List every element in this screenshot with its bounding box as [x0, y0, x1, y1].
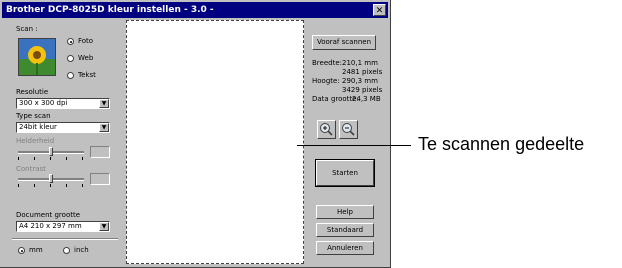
document-size-value: A4 210 x 297 mm [19, 222, 82, 230]
brightness-value-box[interactable] [90, 146, 110, 158]
resolution-value: 300 x 300 dpi [19, 99, 68, 107]
radio-foto[interactable] [67, 38, 74, 45]
scan-label: Scan : [16, 25, 38, 33]
radio-mm[interactable] [18, 247, 25, 254]
photo-thumbnail-icon [18, 38, 56, 76]
divider [12, 238, 118, 240]
contrast-tick [66, 184, 67, 187]
resolution-label: Resolutie [16, 88, 49, 96]
resolution-select[interactable]: 300 x 300 dpi ▼ [16, 98, 110, 109]
document-size-select[interactable]: A4 210 x 297 mm ▼ [16, 221, 110, 232]
height-mm-value: 290,3 mm [342, 77, 378, 85]
radio-web[interactable] [67, 55, 74, 62]
scan-type-select[interactable]: 24bit kleur ▼ [16, 122, 110, 133]
scan-type-label: Type scan [16, 112, 51, 120]
zoom-in-icon [320, 123, 333, 136]
zoom-out-button[interactable] [339, 120, 358, 139]
callout-line [297, 145, 411, 146]
dropdown-arrow-icon[interactable]: ▼ [99, 99, 109, 108]
height-label: Hoogte: [312, 77, 340, 85]
window-title: Brother DCP-8025D kleur instellen - 3.0 … [6, 5, 214, 15]
prescan-button[interactable]: Vooraf scannen [312, 35, 376, 50]
document-size-label: Document grootte [16, 211, 81, 219]
callout-label: Te scannen gedeelte [418, 134, 585, 154]
contrast-tick [82, 184, 83, 187]
radio-inch-label: inch [74, 246, 89, 254]
contrast-slider-thumb[interactable] [49, 174, 53, 183]
close-icon[interactable]: ✕ [373, 4, 386, 16]
brightness-tick [82, 157, 83, 160]
width-mm-value: 210,1 mm [342, 59, 378, 67]
help-button[interactable]: Help [316, 205, 374, 219]
contrast-tick [18, 184, 19, 187]
contrast-tick [50, 184, 51, 187]
radio-web-label: Web [78, 54, 94, 62]
zoom-in-button[interactable] [317, 120, 336, 139]
brightness-tick [18, 157, 19, 160]
width-label: Breedte: [312, 59, 342, 67]
scan-preview-area[interactable] [126, 20, 304, 264]
brightness-tick [66, 157, 67, 160]
title-bar: Brother DCP-8025D kleur instellen - 3.0 … [2, 2, 388, 18]
contrast-tick [34, 184, 35, 187]
start-button[interactable]: Starten [315, 159, 375, 187]
brightness-tick [50, 157, 51, 160]
cancel-button[interactable]: Annuleren [316, 241, 374, 255]
radio-mm-label: mm [29, 246, 43, 254]
scan-type-value: 24bit kleur [19, 123, 57, 131]
scanner-dialog: Brother DCP-8025D kleur instellen - 3.0 … [0, 0, 391, 268]
radio-tekst[interactable] [67, 72, 74, 79]
radio-tekst-label: Tekst [78, 71, 96, 79]
default-button[interactable]: Standaard [316, 223, 374, 237]
brightness-slider-thumb[interactable] [49, 147, 53, 156]
datasize-value: 24,3 MB [352, 95, 381, 103]
dropdown-arrow-icon[interactable]: ▼ [99, 123, 109, 132]
contrast-value-box[interactable] [90, 173, 110, 185]
brightness-label: Helderheid [16, 137, 55, 145]
height-px-value: 3429 pixels [342, 86, 383, 94]
width-px-value: 2481 pixels [342, 68, 383, 76]
brightness-tick [34, 157, 35, 160]
radio-inch[interactable] [63, 247, 70, 254]
zoom-out-icon [342, 123, 355, 136]
dropdown-arrow-icon[interactable]: ▼ [99, 222, 109, 231]
radio-foto-label: Foto [78, 37, 94, 45]
contrast-label: Contrast [16, 165, 46, 173]
